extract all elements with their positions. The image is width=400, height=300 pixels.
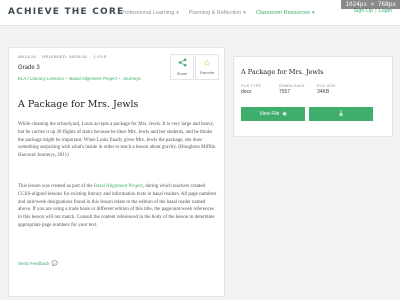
breadcrumb-separator: • <box>65 76 68 81</box>
file-type-block: FILE TYPE docx <box>241 84 279 95</box>
file-meta: FILE TYPE docx DOWNLOADS 7557 FILE SIZE … <box>241 84 355 95</box>
favorite-button[interactable]: ☆ Favorite <box>195 54 219 80</box>
file-type-label: FILE TYPE <box>241 84 262 88</box>
chevron-down-icon: ▾ <box>311 10 315 16</box>
favorite-label: Favorite <box>199 70 215 75</box>
lesson-file-count: 1 FILE <box>93 54 107 59</box>
nav-planning-reflection[interactable]: Planning & Reflection ▾ <box>184 0 251 26</box>
downloads-value: 7557 <box>279 89 291 95</box>
share-button[interactable]: Share <box>170 54 194 80</box>
grade-label: Grade 3 <box>18 65 40 71</box>
downloads-label: DOWNLOADS <box>279 84 305 88</box>
lesson-released: RELEASED: 08/30/18 <box>42 54 87 59</box>
download-button[interactable]: ⤓ <box>309 107 373 121</box>
file-size-label: FILE SIZE <box>317 84 336 88</box>
viewport-size-badge: 1024px × 768px <box>341 0 400 9</box>
lesson-summary: While cleaning the schoolyard, Louis acc… <box>18 122 216 158</box>
lesson-content-card: 08/14/14 RELEASED: 08/30/18 1 FILE Grade… <box>8 47 225 297</box>
download-icon: ⤓ <box>339 110 343 117</box>
downloads-block: DOWNLOADS 7557 <box>279 84 317 95</box>
lesson-meta: 08/14/14 RELEASED: 08/30/18 1 FILE <box>18 54 112 59</box>
lesson-date: 08/14/14 <box>18 54 36 59</box>
nav-label: Classroom Resources <box>255 10 310 16</box>
site-logo[interactable]: ACHIEVE THE CORE <box>8 7 124 17</box>
file-title: A Package for Mrs. Jewls <box>241 68 324 76</box>
basal-note-text: This lesson was created as part of the <box>18 184 94 189</box>
nav-professional-learning[interactable]: Professional Learning ▾ <box>116 0 184 26</box>
star-icon: ☆ <box>202 58 212 68</box>
nav-classroom-resources[interactable]: Classroom Resources ▾ <box>251 0 320 26</box>
basal-note-text-cont: , during which teachers created CCSS-ali… <box>18 184 217 228</box>
speech-bubble-icon: 💬 <box>51 261 58 267</box>
breadcrumb-ela-literacy[interactable]: ELA / Literacy Lessons <box>18 76 64 81</box>
chevron-down-icon: ▾ <box>243 10 246 16</box>
lesson-title: A Package for Mrs. Jewls <box>18 99 139 110</box>
file-size-value: 34KB <box>317 89 330 95</box>
breadcrumb: ELA / Literacy Lessons • Basal Alignment P… <box>18 76 141 81</box>
view-file-label: View File <box>259 111 280 117</box>
lesson-basal-note: This lesson was created as part of the B… <box>18 183 218 230</box>
top-navigation-bar: ACHIEVE THE CORE Professional Learning ▾… <box>0 0 400 26</box>
file-download-card: A Package for Mrs. Jewls FILE TYPE docx … <box>233 56 393 137</box>
send-feedback-link[interactable]: Send Feedback 💬 <box>18 261 58 267</box>
file-size-block: FILE SIZE 34KB <box>317 84 355 95</box>
breadcrumb-journeys[interactable]: Journeys <box>122 76 140 81</box>
share-label: Share <box>176 71 188 76</box>
chevron-down-icon: ▾ <box>176 10 179 16</box>
eye-icon: ◉ <box>282 111 287 117</box>
main-nav: Professional Learning ▾ Planning & Refle… <box>116 0 319 26</box>
basal-alignment-project-link[interactable]: Basal Alignment Project <box>94 184 143 189</box>
send-feedback-label: Send Feedback <box>18 261 50 266</box>
nav-label: Professional Learning <box>121 10 175 16</box>
view-file-button[interactable]: View File ◉ <box>241 107 305 121</box>
file-type-value: docx <box>241 89 252 95</box>
breadcrumb-separator: • <box>118 76 121 81</box>
breadcrumb-basal-alignment[interactable]: Basal Alignment Project <box>69 76 117 81</box>
nav-label: Planning & Reflection <box>188 10 242 16</box>
share-icon <box>178 58 187 69</box>
